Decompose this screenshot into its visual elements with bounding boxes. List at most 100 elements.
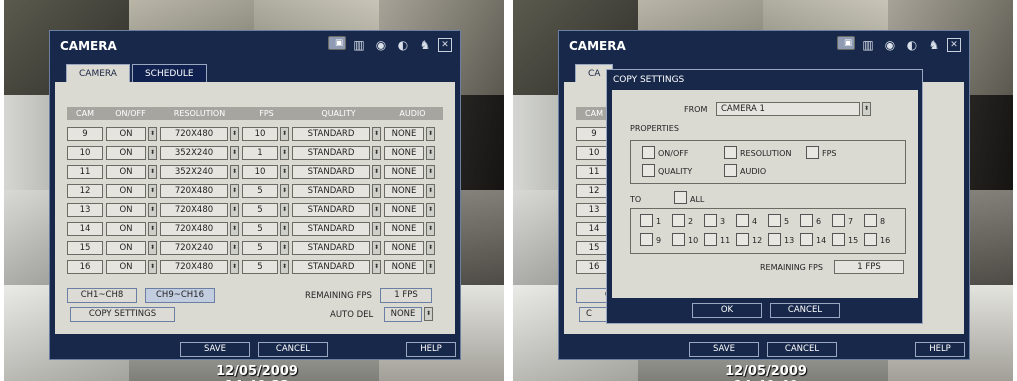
trash-icon[interactable]: ▥ xyxy=(350,36,368,54)
resolution-select[interactable]: 352X240 xyxy=(160,146,228,160)
onoff-spinner[interactable]: ⬍ xyxy=(148,241,157,255)
all-checkbox[interactable] xyxy=(674,191,687,204)
fps-spinner[interactable]: ⬍ xyxy=(280,203,289,217)
fps-spinner[interactable]: ⬍ xyxy=(280,165,289,179)
fps-select[interactable]: 10 xyxy=(242,165,278,179)
audio-spinner[interactable]: ⬍ xyxy=(426,203,435,217)
audio-spinner[interactable]: ⬍ xyxy=(426,241,435,255)
resolution-spinner[interactable]: ⬍ xyxy=(230,127,239,141)
copy-settings-button[interactable]: COPY SETTINGS xyxy=(70,307,175,322)
channel-checkbox[interactable] xyxy=(864,214,877,227)
cancel-button[interactable]: CANCEL xyxy=(767,342,837,357)
resolution-spinner[interactable]: ⬍ xyxy=(230,146,239,160)
channel-checkbox[interactable] xyxy=(672,233,685,246)
quality-spinner[interactable]: ⬍ xyxy=(372,222,381,236)
fps-spinner[interactable]: ⬍ xyxy=(280,146,289,160)
channel-checkbox[interactable] xyxy=(832,214,845,227)
camera-icon[interactable]: ▣ xyxy=(837,36,855,50)
resolution-spinner[interactable]: ⬍ xyxy=(230,241,239,255)
onoff-select[interactable]: ON xyxy=(106,222,146,236)
tab-camera[interactable]: CAMERA xyxy=(66,64,130,82)
quality-select[interactable]: STANDARD xyxy=(292,241,370,255)
ch9-16-button[interactable]: CH9~CH16 xyxy=(145,288,215,303)
resolution-select[interactable]: 720X480 xyxy=(160,260,228,274)
fps-checkbox[interactable] xyxy=(806,146,819,159)
channel-checkbox[interactable] xyxy=(832,233,845,246)
audio-select[interactable]: NONE xyxy=(384,222,424,236)
record-icon[interactable]: ◐ xyxy=(903,36,921,54)
channel-checkbox[interactable] xyxy=(768,233,781,246)
fps-select[interactable]: 1 xyxy=(242,146,278,160)
from-spinner[interactable]: ⬍ xyxy=(862,102,871,116)
fps-spinner[interactable]: ⬍ xyxy=(280,127,289,141)
quality-select[interactable]: STANDARD xyxy=(292,146,370,160)
save-button[interactable]: SAVE xyxy=(180,342,250,357)
fps-select[interactable]: 5 xyxy=(242,184,278,198)
onoff-checkbox[interactable] xyxy=(642,146,655,159)
resolution-select[interactable]: 720X480 xyxy=(160,184,228,198)
audio-select[interactable]: NONE xyxy=(384,127,424,141)
channel-checkbox[interactable] xyxy=(704,233,717,246)
quality-spinner[interactable]: ⬍ xyxy=(372,184,381,198)
resolution-spinner[interactable]: ⬍ xyxy=(230,184,239,198)
channel-checkbox[interactable] xyxy=(800,233,813,246)
onoff-spinner[interactable]: ⬍ xyxy=(148,203,157,217)
audio-spinner[interactable]: ⬍ xyxy=(426,165,435,179)
fps-spinner[interactable]: ⬍ xyxy=(280,260,289,274)
fps-select[interactable]: 10 xyxy=(242,127,278,141)
resolution-select[interactable]: 352X240 xyxy=(160,165,228,179)
quality-select[interactable]: STANDARD xyxy=(292,222,370,236)
quality-select[interactable]: STANDARD xyxy=(292,165,370,179)
channel-checkbox[interactable] xyxy=(704,214,717,227)
quality-spinner[interactable]: ⬍ xyxy=(372,127,381,141)
network-icon[interactable]: ◉ xyxy=(881,36,899,54)
quality-select[interactable]: STANDARD xyxy=(292,184,370,198)
audio-spinner[interactable]: ⬍ xyxy=(426,222,435,236)
fps-spinner[interactable]: ⬍ xyxy=(280,184,289,198)
channel-checkbox[interactable] xyxy=(640,214,653,227)
save-button[interactable]: SAVE xyxy=(689,342,759,357)
onoff-spinner[interactable]: ⬍ xyxy=(148,222,157,236)
camera-icon[interactable]: ▣ xyxy=(328,36,346,50)
fps-spinner[interactable]: ⬍ xyxy=(280,222,289,236)
help-button[interactable]: HELP xyxy=(406,342,456,357)
fps-select[interactable]: 5 xyxy=(242,241,278,255)
close-icon[interactable]: ✕ xyxy=(438,38,452,52)
cancel-button[interactable]: CANCEL xyxy=(258,342,328,357)
channel-checkbox[interactable] xyxy=(736,233,749,246)
fps-select[interactable]: 5 xyxy=(242,260,278,274)
onoff-spinner[interactable]: ⬍ xyxy=(148,165,157,179)
user-icon[interactable]: ♞ xyxy=(416,36,434,54)
resolution-select[interactable]: 720X480 xyxy=(160,127,228,141)
help-button[interactable]: HELP xyxy=(915,342,965,357)
cancel-button[interactable]: CANCEL xyxy=(770,303,840,318)
resolution-checkbox[interactable] xyxy=(724,146,737,159)
resolution-spinner[interactable]: ⬍ xyxy=(230,165,239,179)
channel-checkbox[interactable] xyxy=(864,233,877,246)
audio-select[interactable]: NONE xyxy=(384,241,424,255)
audio-select[interactable]: NONE xyxy=(384,165,424,179)
close-icon[interactable]: ✕ xyxy=(947,38,961,52)
quality-spinner[interactable]: ⬍ xyxy=(372,260,381,274)
audio-select[interactable]: NONE xyxy=(384,146,424,160)
audio-spinner[interactable]: ⬍ xyxy=(426,260,435,274)
fps-select[interactable]: 5 xyxy=(242,222,278,236)
quality-spinner[interactable]: ⬍ xyxy=(372,241,381,255)
ch1-8-button[interactable]: CH1~CH8 xyxy=(67,288,137,303)
audio-select[interactable]: NONE xyxy=(384,184,424,198)
onoff-select[interactable]: ON xyxy=(106,146,146,160)
quality-select[interactable]: STANDARD xyxy=(292,127,370,141)
onoff-select[interactable]: ON xyxy=(106,241,146,255)
resolution-select[interactable]: 720X480 xyxy=(160,203,228,217)
audio-checkbox[interactable] xyxy=(724,164,737,177)
onoff-spinner[interactable]: ⬍ xyxy=(148,184,157,198)
record-icon[interactable]: ◐ xyxy=(394,36,412,54)
fps-select[interactable]: 5 xyxy=(242,203,278,217)
onoff-spinner[interactable]: ⬍ xyxy=(148,146,157,160)
channel-checkbox[interactable] xyxy=(800,214,813,227)
onoff-select[interactable]: ON xyxy=(106,127,146,141)
onoff-select[interactable]: ON xyxy=(106,203,146,217)
resolution-select[interactable]: 720X480 xyxy=(160,222,228,236)
ok-button[interactable]: OK xyxy=(692,303,762,318)
resolution-spinner[interactable]: ⬍ xyxy=(230,203,239,217)
